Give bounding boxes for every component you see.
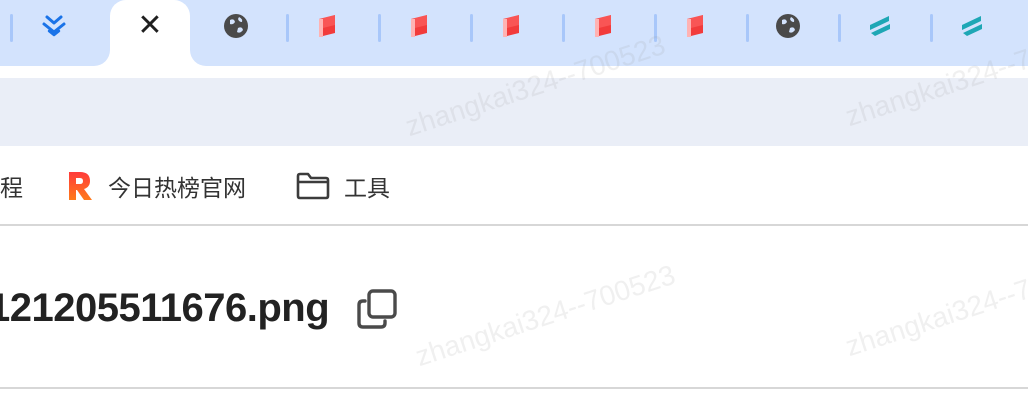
bookmark-folder-tools[interactable]: 工具 [296,168,390,204]
tab-strip: ✕ [0,0,1028,66]
tab-globe[interactable] [742,0,834,66]
red-flag-icon [411,15,427,37]
bookmark-label: 工具 [344,176,390,202]
tab-separator [286,14,289,42]
tab-separator [378,14,381,42]
globe-icon [224,14,248,38]
tab-teal[interactable] [834,0,926,66]
file-name-heading: 121205511676.png [0,286,330,330]
tab-teal[interactable] [926,0,1018,66]
tab-red-flag[interactable] [374,0,466,66]
globe-icon [776,14,800,38]
copy-icon[interactable] [356,288,398,330]
bookmark-item-partial[interactable]: 程 [0,168,23,204]
tab-globe[interactable] [190,0,282,66]
bookmark-label: 今日热榜官网 [108,176,246,202]
red-flag-icon [595,15,611,37]
layers-icon [42,15,66,37]
file-page-content: 121205511676.png [0,228,1028,410]
address-bar[interactable] [0,78,1028,146]
tab-separator [470,14,473,42]
tab-red-flag[interactable] [650,0,742,66]
red-flag-icon [687,15,703,37]
red-flag-icon [319,15,335,37]
tab-red-flag[interactable] [466,0,558,66]
teal-stripes-icon [870,16,890,36]
tab-separator [930,14,933,42]
tab-separator [562,14,565,42]
bookmarks-bar: 程 今日热榜官网 工具 [0,146,1028,226]
red-flag-icon [503,15,519,37]
tab-separator [746,14,749,42]
folder-icon [296,172,330,200]
tab-active[interactable]: ✕ [110,0,190,66]
teal-stripes-icon [962,16,982,36]
tab-red-flag[interactable] [558,0,650,66]
tab-separator [654,14,657,42]
tab-red-flag[interactable] [282,0,374,66]
bookmark-label: 程 [0,176,23,202]
tab-separator [10,14,13,42]
tab-separator [838,14,841,42]
tab-layers[interactable] [0,0,108,66]
bookmark-item-rebang[interactable]: 今日热榜官网 [66,168,246,204]
divider [0,387,1028,389]
close-icon[interactable]: ✕ [137,11,162,41]
rebang-logo-icon [69,172,92,200]
toolbar [0,66,1028,146]
